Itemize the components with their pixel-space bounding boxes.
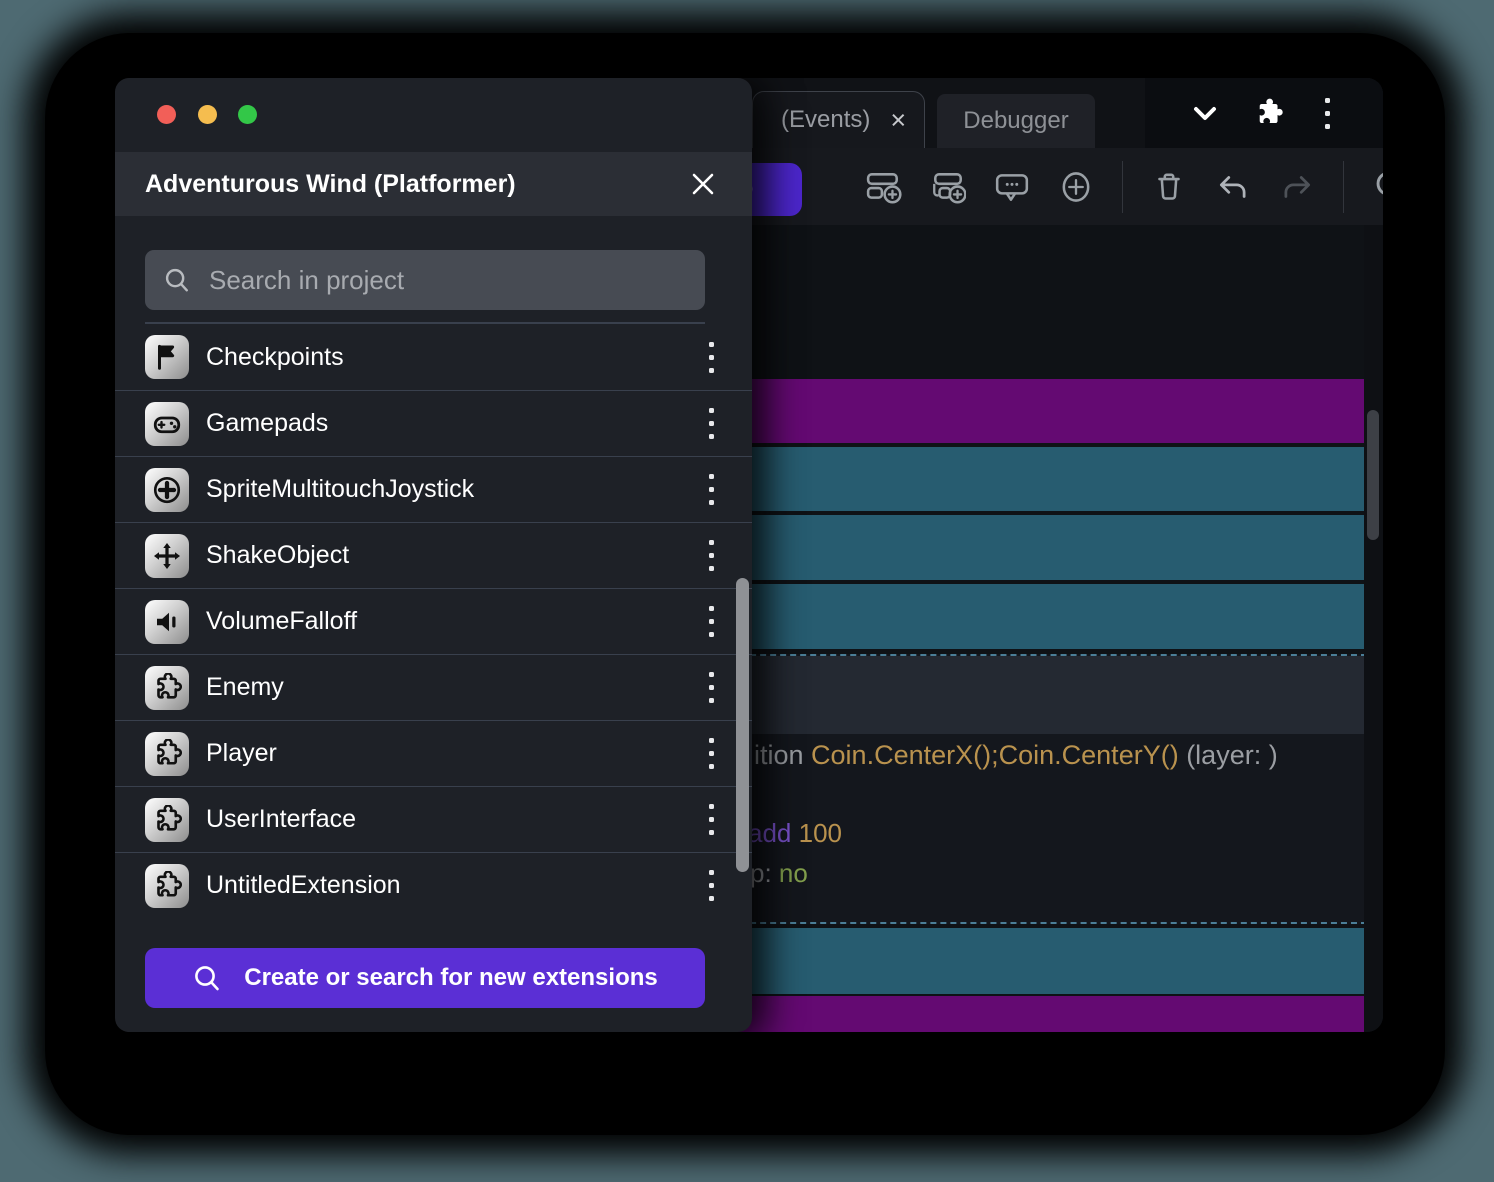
joystick-icon bbox=[145, 468, 189, 512]
list-item-spritemultitouchjoystick[interactable]: SpriteMultitouchJoystick bbox=[115, 456, 752, 522]
extension-label: ShakeObject bbox=[206, 541, 701, 570]
extensions-puzzle-icon[interactable] bbox=[1253, 98, 1284, 129]
item-menu-icon[interactable] bbox=[701, 338, 722, 377]
item-menu-icon[interactable] bbox=[701, 470, 722, 509]
add-circle-icon[interactable] bbox=[1058, 169, 1094, 205]
item-menu-icon[interactable] bbox=[701, 404, 722, 443]
puzzle-icon bbox=[145, 798, 189, 842]
extension-label: Gamepads bbox=[206, 409, 701, 438]
search-icon bbox=[192, 963, 222, 993]
redo-icon[interactable] bbox=[1279, 169, 1315, 205]
event-action-add[interactable]: add 100 bbox=[748, 818, 842, 849]
extension-label: Player bbox=[206, 739, 701, 768]
list-item-enemy[interactable]: Enemy bbox=[115, 654, 752, 720]
search-input[interactable] bbox=[209, 265, 687, 296]
tab-debugger[interactable]: Debugger bbox=[937, 94, 1095, 148]
delete-icon[interactable] bbox=[1151, 169, 1187, 205]
chevron-down-icon[interactable] bbox=[1190, 98, 1220, 128]
list-item-userinterface[interactable]: UserInterface bbox=[115, 786, 752, 852]
extensions-list: Checkpoints Gamepads SpriteMultitouchJoy… bbox=[115, 324, 752, 918]
add-subevent-icon[interactable] bbox=[930, 169, 966, 205]
list-item-player[interactable]: Player bbox=[115, 720, 752, 786]
search-events-icon[interactable] bbox=[1372, 168, 1383, 206]
selected-event-block[interactable]: ition Coin.CenterX();Coin.CenterY() (lay… bbox=[690, 654, 1367, 924]
event-action-position[interactable]: ition Coin.CenterX();Coin.CenterY() (lay… bbox=[754, 740, 1278, 771]
move-icon bbox=[145, 534, 189, 578]
list-item-shakeobject[interactable]: ShakeObject bbox=[115, 522, 752, 588]
close-window-button[interactable] bbox=[157, 105, 176, 124]
extension-label: VolumeFalloff bbox=[206, 607, 701, 636]
tab-close-icon[interactable]: × bbox=[890, 107, 906, 134]
extension-label: UserInterface bbox=[206, 805, 701, 834]
search-icon bbox=[163, 266, 191, 294]
tab-events[interactable]: (Events) × bbox=[752, 91, 925, 148]
extension-label: UntitledExtension bbox=[206, 871, 701, 900]
events-right-gutter bbox=[1364, 225, 1383, 1032]
event-row-purple[interactable] bbox=[690, 379, 1364, 443]
topbar-right-section bbox=[1145, 78, 1383, 148]
event-row-teal[interactable] bbox=[690, 928, 1364, 994]
more-vertical-icon[interactable] bbox=[1317, 94, 1338, 133]
cta-label: Create or search for new extensions bbox=[244, 964, 657, 992]
gamepad-icon bbox=[145, 402, 189, 446]
extension-label: SpriteMultitouchJoystick bbox=[206, 475, 701, 504]
item-menu-icon[interactable] bbox=[701, 866, 722, 905]
item-menu-icon[interactable] bbox=[701, 800, 722, 839]
list-item-gamepads[interactable]: Gamepads bbox=[115, 390, 752, 456]
minimize-window-button[interactable] bbox=[198, 105, 217, 124]
zoom-window-button[interactable] bbox=[238, 105, 257, 124]
screenshot-stage: (Events) × Debugger bbox=[0, 0, 1494, 1182]
tab-debugger-label: Debugger bbox=[963, 107, 1068, 135]
close-dialog-icon[interactable] bbox=[690, 171, 716, 197]
flag-icon bbox=[145, 335, 189, 379]
tab-events-label: (Events) bbox=[781, 106, 870, 134]
event-row-teal[interactable] bbox=[690, 515, 1364, 580]
list-item-untitledextension[interactable]: UntitledExtension bbox=[115, 852, 752, 918]
event-row-teal[interactable] bbox=[690, 447, 1364, 511]
item-menu-icon[interactable] bbox=[701, 668, 722, 707]
list-item-checkpoints[interactable]: Checkpoints bbox=[115, 324, 752, 390]
extensions-dialog-window: Adventurous Wind (Platformer) Checkpoint… bbox=[115, 78, 752, 1032]
item-menu-icon[interactable] bbox=[701, 536, 722, 575]
volume-icon bbox=[145, 600, 189, 644]
event-action-loop[interactable]: p: no bbox=[750, 858, 808, 889]
list-item-volumefalloff[interactable]: VolumeFalloff bbox=[115, 588, 752, 654]
project-search-box[interactable] bbox=[145, 250, 705, 310]
toolbar-divider bbox=[1122, 161, 1123, 213]
dialog-header: Adventurous Wind (Platformer) bbox=[115, 152, 752, 216]
add-event-icon[interactable] bbox=[866, 169, 902, 205]
item-menu-icon[interactable] bbox=[701, 602, 722, 641]
create-or-search-extensions-button[interactable]: Create or search for new extensions bbox=[145, 948, 705, 1008]
event-row-purple[interactable] bbox=[690, 996, 1364, 1032]
puzzle-icon bbox=[145, 864, 189, 908]
undo-icon[interactable] bbox=[1215, 169, 1251, 205]
dialog-title: Adventurous Wind (Platformer) bbox=[145, 170, 516, 199]
events-scrollbar[interactable] bbox=[1367, 410, 1379, 540]
toolbar-divider bbox=[1343, 161, 1344, 213]
puzzle-icon bbox=[145, 666, 189, 710]
add-comment-icon[interactable] bbox=[994, 169, 1030, 205]
puzzle-icon bbox=[145, 732, 189, 776]
extension-label: Checkpoints bbox=[206, 343, 701, 372]
extension-label: Enemy bbox=[206, 673, 701, 702]
event-conditions-area[interactable] bbox=[692, 656, 1365, 734]
dialog-scrollbar[interactable] bbox=[736, 578, 749, 872]
item-menu-icon[interactable] bbox=[701, 734, 722, 773]
event-row-teal[interactable] bbox=[690, 584, 1364, 649]
